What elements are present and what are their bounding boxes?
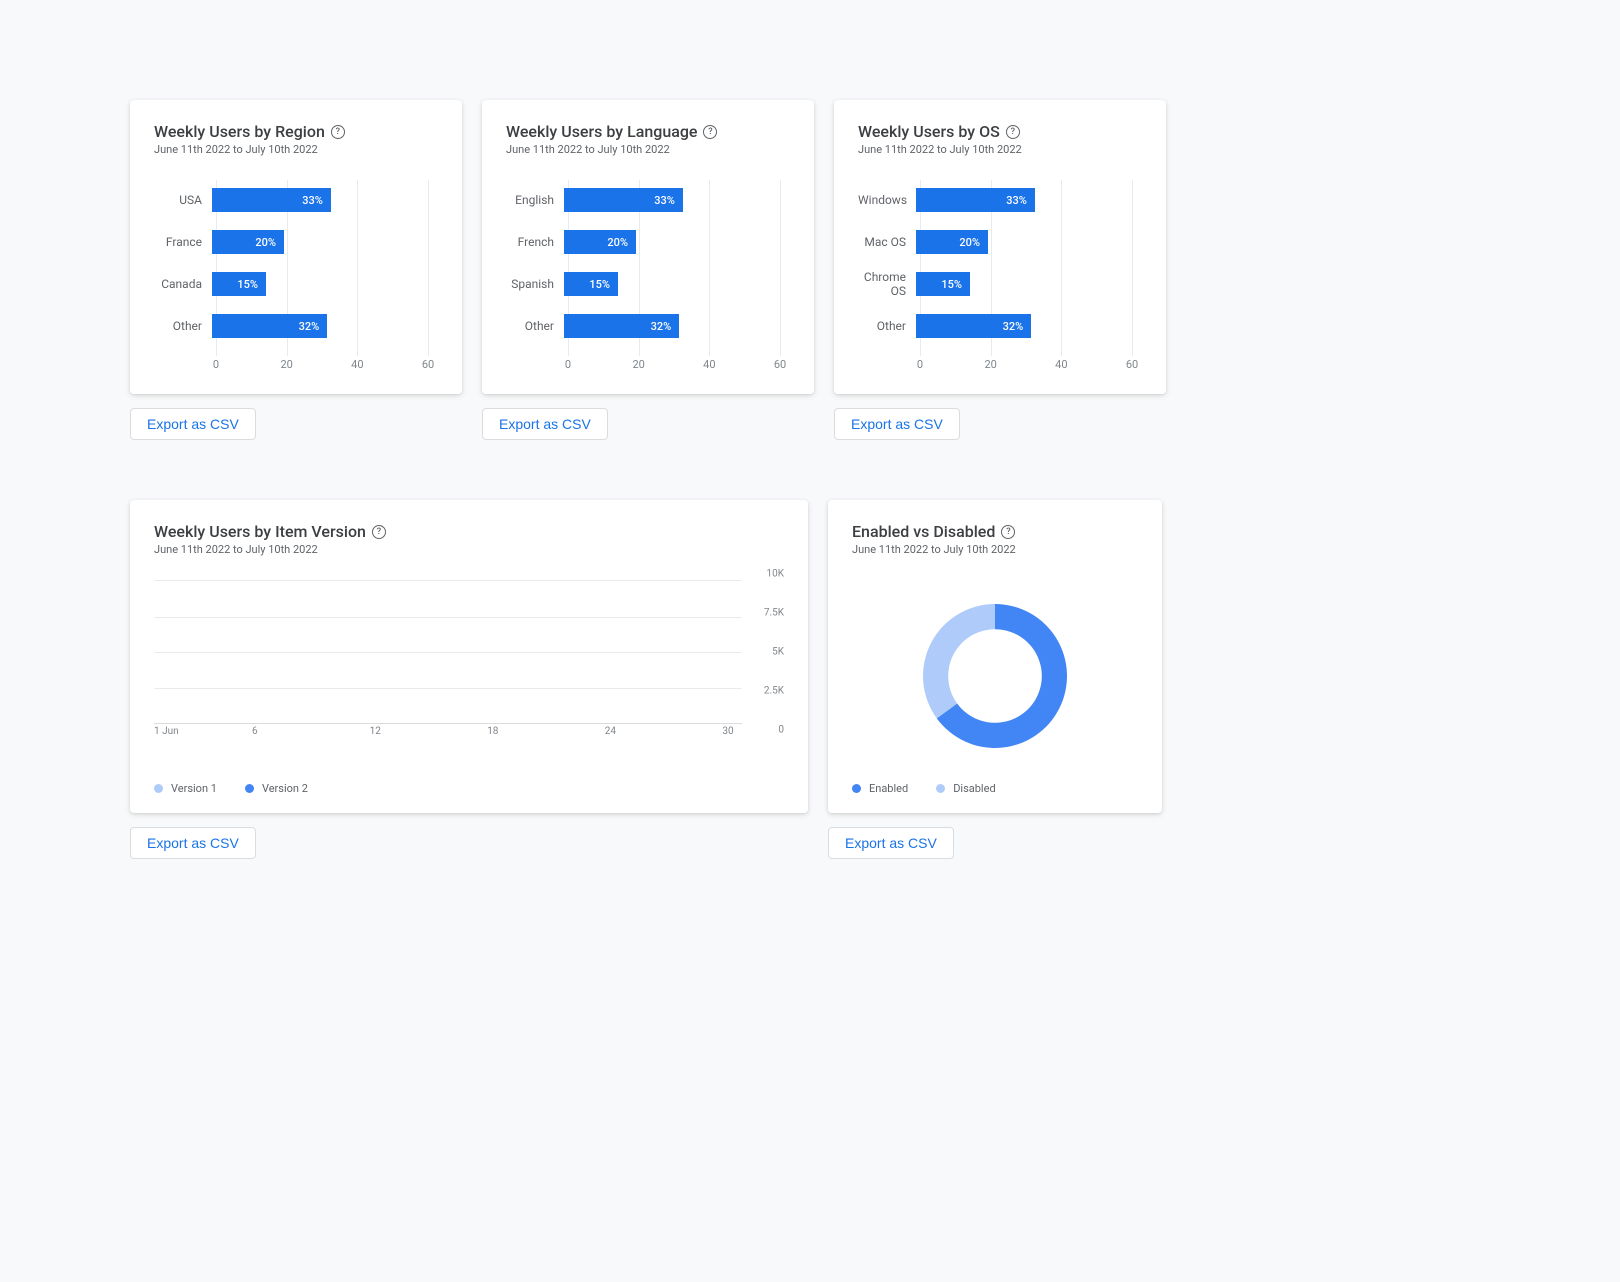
os-card: Weekly Users by OS ? June 11th 2022 to J… bbox=[834, 100, 1166, 394]
export-language-button[interactable]: Export as CSV bbox=[482, 408, 608, 440]
hbar-label: USA bbox=[154, 193, 212, 207]
bottom-row: Weekly Users by Item Version ? June 11th… bbox=[130, 500, 1490, 859]
region-card: Weekly Users by Region ? June 11th 2022 … bbox=[130, 100, 462, 394]
hbar-bar: 32% bbox=[916, 314, 1031, 338]
legend-dot-enabled bbox=[852, 784, 861, 793]
enabled-col: Enabled vs Disabled ? June 11th 2022 to … bbox=[828, 500, 1162, 859]
legend-v1: Version 1 bbox=[154, 782, 217, 795]
hbar-bar: 20% bbox=[916, 230, 988, 254]
hbar-label: French bbox=[506, 235, 564, 249]
language-card: Weekly Users by Language ? June 11th 202… bbox=[482, 100, 814, 394]
region-date: June 11th 2022 to July 10th 2022 bbox=[154, 143, 438, 156]
hbar-bar: 15% bbox=[916, 272, 970, 296]
enabled-card: Enabled vs Disabled ? June 11th 2022 to … bbox=[828, 500, 1162, 813]
legend-v2: Version 2 bbox=[245, 782, 308, 795]
os-date: June 11th 2022 to July 10th 2022 bbox=[858, 143, 1142, 156]
hbar-bar: 15% bbox=[212, 272, 266, 296]
language-date: June 11th 2022 to July 10th 2022 bbox=[506, 143, 790, 156]
hbar-label: Other bbox=[154, 319, 212, 333]
hbar-bar: 15% bbox=[564, 272, 618, 296]
legend-v1-label: Version 1 bbox=[171, 782, 217, 795]
stacked-bars bbox=[154, 580, 742, 724]
language-title: Weekly Users by Language bbox=[506, 122, 697, 141]
hbar-label: France bbox=[154, 235, 212, 249]
help-icon[interactable]: ? bbox=[372, 525, 386, 539]
enabled-date: June 11th 2022 to July 10th 2022 bbox=[852, 543, 1138, 556]
language-chart: 0204060English33%French20%Spanish15%Othe… bbox=[506, 180, 790, 376]
hbar-label: Spanish bbox=[506, 277, 564, 291]
language-col: Weekly Users by Language ? June 11th 202… bbox=[482, 100, 814, 440]
os-title: Weekly Users by OS bbox=[858, 122, 1000, 141]
legend-enabled-label: Enabled bbox=[869, 782, 908, 795]
hbar-bar: 33% bbox=[564, 188, 683, 212]
legend-dot-v2 bbox=[245, 784, 254, 793]
export-enabled-button[interactable]: Export as CSV bbox=[828, 827, 954, 859]
legend-disabled: Disabled bbox=[936, 782, 995, 795]
hbar-label: Other bbox=[506, 319, 564, 333]
hbar-label: Chrome OS bbox=[858, 270, 916, 298]
version-chart: 02.5K5K7.5K10K 1 Jun612182430 bbox=[154, 580, 784, 740]
region-col: Weekly Users by Region ? June 11th 2022 … bbox=[130, 100, 462, 440]
version-date: June 11th 2022 to July 10th 2022 bbox=[154, 543, 784, 556]
region-title: Weekly Users by Region bbox=[154, 122, 325, 141]
enabled-legend: Enabled Disabled bbox=[852, 782, 1138, 795]
hbar-label: English bbox=[506, 193, 564, 207]
donut-wrap bbox=[852, 580, 1138, 768]
hbar-bar: 32% bbox=[212, 314, 327, 338]
region-title-row: Weekly Users by Region ? bbox=[154, 122, 438, 141]
hbar-bar: 20% bbox=[212, 230, 284, 254]
export-region-button[interactable]: Export as CSV bbox=[130, 408, 256, 440]
legend-enabled: Enabled bbox=[852, 782, 908, 795]
legend-dot-disabled bbox=[936, 784, 945, 793]
region-chart: 0204060USA33%France20%Canada15%Other32% bbox=[154, 180, 438, 376]
help-icon[interactable]: ? bbox=[703, 125, 717, 139]
stacked-yaxis: 02.5K5K7.5K10K bbox=[746, 574, 784, 730]
enabled-title-row: Enabled vs Disabled ? bbox=[852, 522, 1138, 541]
hbar-label: Canada bbox=[154, 277, 212, 291]
top-row: Weekly Users by Region ? June 11th 2022 … bbox=[130, 100, 1490, 440]
hbar-label: Windows bbox=[858, 193, 916, 207]
hbar-label: Other bbox=[858, 319, 916, 333]
legend-dot-v1 bbox=[154, 784, 163, 793]
export-version-button[interactable]: Export as CSV bbox=[130, 827, 256, 859]
language-title-row: Weekly Users by Language ? bbox=[506, 122, 790, 141]
os-title-row: Weekly Users by OS ? bbox=[858, 122, 1142, 141]
legend-v2-label: Version 2 bbox=[262, 782, 308, 795]
stacked-xaxis: 1 Jun612182430 bbox=[154, 726, 742, 740]
hbar-bar: 32% bbox=[564, 314, 679, 338]
donut-chart bbox=[905, 586, 1085, 766]
version-col: Weekly Users by Item Version ? June 11th… bbox=[130, 500, 808, 859]
hbar-label: Mac OS bbox=[858, 235, 916, 249]
version-title-row: Weekly Users by Item Version ? bbox=[154, 522, 784, 541]
hbar-bar: 20% bbox=[564, 230, 636, 254]
hbar-bar: 33% bbox=[212, 188, 331, 212]
legend-disabled-label: Disabled bbox=[953, 782, 995, 795]
version-legend: Version 1 Version 2 bbox=[154, 782, 784, 795]
export-os-button[interactable]: Export as CSV bbox=[834, 408, 960, 440]
help-icon[interactable]: ? bbox=[1006, 125, 1020, 139]
hbar-bar: 33% bbox=[916, 188, 1035, 212]
help-icon[interactable]: ? bbox=[331, 125, 345, 139]
enabled-title: Enabled vs Disabled bbox=[852, 522, 995, 541]
version-card: Weekly Users by Item Version ? June 11th… bbox=[130, 500, 808, 813]
help-icon[interactable]: ? bbox=[1001, 525, 1015, 539]
os-chart: 0204060Windows33%Mac OS20%Chrome OS15%Ot… bbox=[858, 180, 1142, 376]
version-title: Weekly Users by Item Version bbox=[154, 522, 366, 541]
os-col: Weekly Users by OS ? June 11th 2022 to J… bbox=[834, 100, 1166, 440]
